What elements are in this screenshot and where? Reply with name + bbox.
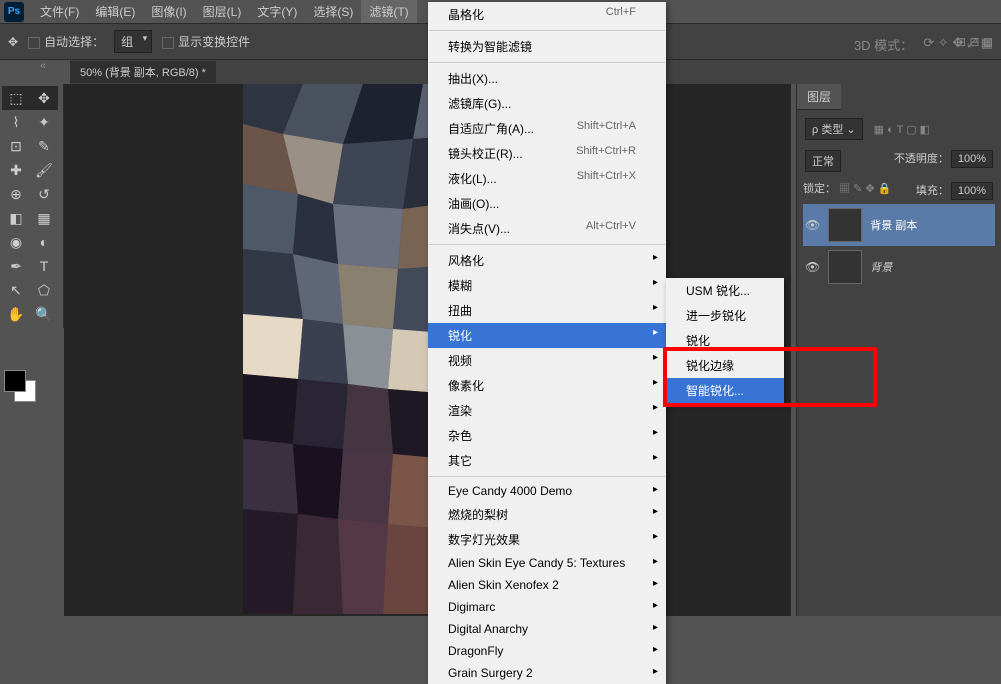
autoselect-label: 自动选择：: [44, 35, 104, 49]
layer-row-bg[interactable]: 👁 背景: [803, 246, 995, 288]
filter-gallery[interactable]: 滤镜库(G)...: [428, 91, 666, 116]
filter-anarchy[interactable]: Digital Anarchy: [428, 618, 666, 640]
layer-row-copy[interactable]: 👁 背景 副本: [803, 204, 995, 246]
layer-filter-type[interactable]: ρ 类型 ⌄: [805, 118, 863, 140]
filter-adaptive[interactable]: 自适应广角(A)...Shift+Ctrl+A: [428, 116, 666, 141]
filter-digimarc[interactable]: Digimarc: [428, 596, 666, 618]
menu-select[interactable]: 选择(S): [305, 0, 361, 23]
filter-extract[interactable]: 抽出(X)...: [428, 66, 666, 91]
layer-thumb: [828, 250, 862, 284]
menu-image[interactable]: 图像(I): [143, 0, 194, 23]
wand-tool[interactable]: ✦: [30, 110, 58, 134]
menu-file[interactable]: 文件(F): [32, 0, 87, 23]
autoselect-checkbox[interactable]: [28, 37, 40, 49]
collapse-icon[interactable]: «: [40, 60, 46, 72]
filter-liquify[interactable]: 液化(L)...Shift+Ctrl+X: [428, 166, 666, 191]
brush-tool[interactable]: 🖌: [30, 158, 58, 182]
ps-logo: Ps: [4, 2, 24, 22]
filter-lightfx[interactable]: 数字灯光效果: [428, 527, 666, 552]
filter-xenofex[interactable]: Alien Skin Xenofex 2: [428, 574, 666, 596]
toolbox: ⬚ ✥ ⌇ ✦ ⊡ ✎ ✚ 🖌 ⊕ ↺ ◧ ▦ ◉ ◐ ✒ T ↖ ⬠ ✋ 🔍: [0, 84, 64, 328]
dodge-tool[interactable]: ◐: [30, 230, 58, 254]
filter-dragonfly[interactable]: DragonFly: [428, 640, 666, 662]
filter-vanish[interactable]: 消失点(V)...Alt+Ctrl+V: [428, 216, 666, 241]
gradient-tool[interactable]: ▦: [30, 206, 58, 230]
right-panels: 图层 ρ 类型 ⌄ ▦ ◐ T ▢ ◧ 正常 不透明度：100% 锁定： ▦ ✎…: [796, 84, 1001, 616]
path-tool[interactable]: ↖: [2, 278, 30, 302]
filter-distort[interactable]: 扭曲: [428, 298, 666, 323]
transform-checkbox[interactable]: [162, 37, 174, 49]
move-tool[interactable]: ✥: [30, 86, 58, 110]
filter-pixelate[interactable]: 像素化: [428, 373, 666, 398]
transform-label: 显示变换控件: [178, 35, 250, 49]
filter-blur[interactable]: 模糊: [428, 273, 666, 298]
blur-tool[interactable]: ◉: [2, 230, 30, 254]
filter-other[interactable]: 其它: [428, 448, 666, 473]
filter-smart[interactable]: 转换为智能滤镜: [428, 34, 666, 59]
foreground-color[interactable]: [4, 370, 26, 392]
filter-grain[interactable]: Grain Surgery 2: [428, 662, 666, 684]
layer-name: 背景: [870, 259, 892, 275]
filter-sharpen[interactable]: 锐化: [428, 323, 666, 348]
history-brush[interactable]: ↺: [30, 182, 58, 206]
sharpen-submenu: USM 锐化... 进一步锐化 锐化 锐化边缘 智能锐化...: [666, 278, 784, 403]
hand-tool[interactable]: ✋: [2, 302, 30, 326]
filter-eyecandy[interactable]: Eye Candy 4000 Demo: [428, 480, 666, 502]
filter-lens[interactable]: 镜头校正(R)...Shift+Ctrl+R: [428, 141, 666, 166]
filter-video[interactable]: 视频: [428, 348, 666, 373]
eyedropper-tool[interactable]: ✎: [30, 134, 58, 158]
shape-tool[interactable]: ⬠: [30, 278, 58, 302]
move-tool-icon: ✥: [8, 35, 18, 49]
filter-oil[interactable]: 油画(O)...: [428, 191, 666, 216]
menu-text[interactable]: 文字(Y): [249, 0, 305, 23]
sharpen-basic[interactable]: 锐化: [666, 328, 784, 353]
menu-layer[interactable]: 图层(L): [195, 0, 250, 23]
eraser-tool[interactable]: ◧: [2, 206, 30, 230]
menu-edit[interactable]: 编辑(E): [87, 0, 143, 23]
filter-menu: 晶格化Ctrl+F 转换为智能滤镜 抽出(X)... 滤镜库(G)... 自适应…: [428, 2, 666, 684]
opacity-input[interactable]: 100%: [951, 150, 993, 168]
sharpen-smart[interactable]: 智能锐化...: [666, 378, 784, 403]
filter-noise[interactable]: 杂色: [428, 423, 666, 448]
document-tab[interactable]: 50% (背景 副本, RGB/8) *: [70, 61, 216, 83]
filter-peartree[interactable]: 燃烧的梨树: [428, 502, 666, 527]
layer-name: 背景 副本: [870, 217, 917, 233]
autoselect-target[interactable]: 组: [114, 30, 152, 53]
pen-tool[interactable]: ✒: [2, 254, 30, 278]
filter-last[interactable]: 晶格化Ctrl+F: [428, 2, 666, 27]
sharpen-usm[interactable]: USM 锐化...: [666, 278, 784, 303]
menu-filter[interactable]: 滤镜(T): [361, 0, 416, 23]
filter-stylize[interactable]: 风格化: [428, 248, 666, 273]
visibility-icon[interactable]: 👁: [805, 260, 820, 274]
layer-thumb: [828, 208, 862, 242]
sharpen-edges[interactable]: 锐化边缘: [666, 353, 784, 378]
lasso-tool[interactable]: ⌇: [2, 110, 30, 134]
zoom-tool[interactable]: 🔍: [30, 302, 58, 326]
visibility-icon[interactable]: 👁: [805, 218, 820, 232]
3d-mode-bar: 3D 模式：⟳ ✧ ✥ ⤢ ▦: [854, 35, 993, 54]
filter-render[interactable]: 渲染: [428, 398, 666, 423]
fill-input[interactable]: 100%: [951, 182, 993, 200]
heal-tool[interactable]: ✚: [2, 158, 30, 182]
filter-alien5[interactable]: Alien Skin Eye Candy 5: Textures: [428, 552, 666, 574]
stamp-tool[interactable]: ⊕: [2, 182, 30, 206]
marquee-tool[interactable]: ⬚: [2, 86, 30, 110]
crop-tool[interactable]: ⊡: [2, 134, 30, 158]
sharpen-more[interactable]: 进一步锐化: [666, 303, 784, 328]
blend-mode[interactable]: 正常: [805, 150, 841, 172]
layers-tab[interactable]: 图层: [797, 84, 841, 110]
type-tool[interactable]: T: [30, 254, 58, 278]
